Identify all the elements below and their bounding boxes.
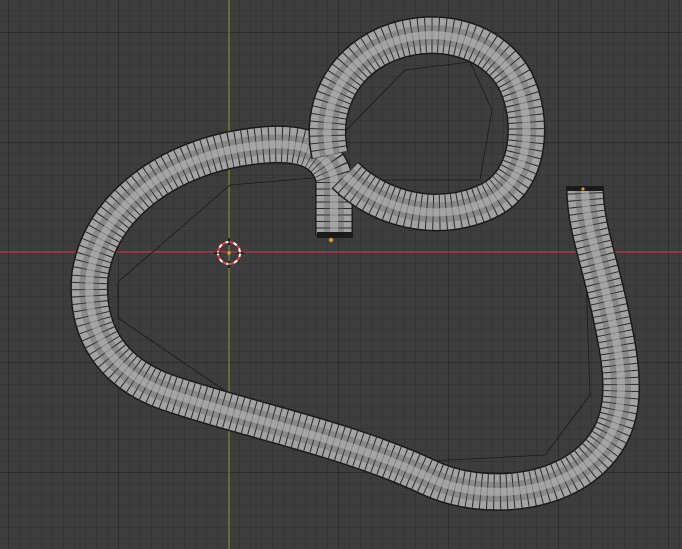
tube-end-cap-right xyxy=(566,186,604,191)
3d-cursor-icon[interactable] xyxy=(214,238,244,268)
viewport-canvas[interactable] xyxy=(0,0,682,549)
curve-tube[interactable] xyxy=(70,16,641,511)
origin-dot[interactable] xyxy=(328,237,334,243)
tube-end-cap-left xyxy=(317,232,353,238)
3d-viewport[interactable] xyxy=(0,0,682,549)
endpoint-vertex[interactable] xyxy=(581,187,585,191)
